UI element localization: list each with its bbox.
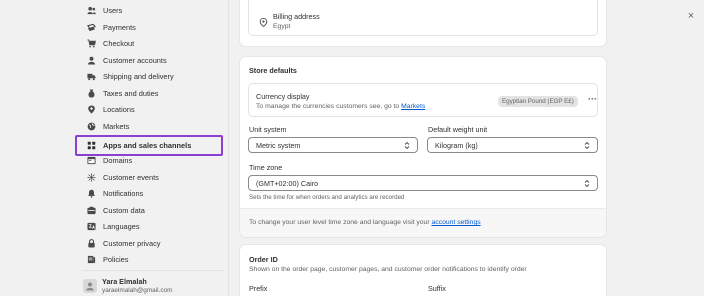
sidebar-item-custom-data[interactable]: Custom data — [76, 202, 224, 219]
sidebar-item-taxes[interactable]: Taxes and duties — [76, 85, 224, 102]
billing-address-title: Billing address — [273, 12, 320, 21]
sidebar-item-customer-privacy[interactable]: Customer privacy — [76, 235, 224, 252]
prefix-label: Prefix — [249, 284, 268, 293]
sidebar-item-label: Domains — [103, 156, 133, 165]
time-zone-value: (GMT+02:00) Cairo — [256, 178, 319, 188]
events-icon — [87, 173, 96, 182]
sidebar-item-label: Notifications — [103, 189, 144, 198]
sidebar-item-languages[interactable]: Languages — [76, 218, 224, 235]
person-icon — [87, 56, 96, 65]
unit-system-value: Metric system — [256, 140, 301, 150]
sidebar-item-locations[interactable]: Locations — [76, 101, 224, 118]
sidebar-item-label: Customer accounts — [103, 56, 167, 65]
settings-sidebar: Users Payments Checkout Customer account… — [0, 0, 228, 296]
billing-address-box[interactable]: Billing address Egypt — [248, 0, 598, 36]
globe-icon — [87, 122, 96, 131]
sidebar-item-label: Customer privacy — [103, 239, 161, 248]
account-settings-link[interactable]: account settings — [432, 219, 481, 226]
sidebar-item-label: Languages — [103, 222, 140, 231]
sidebar-item-label: Checkout — [103, 39, 135, 48]
sidebar-item-customer-events[interactable]: Customer events — [76, 169, 224, 186]
profile-email: yaraelmalah@gmail.com — [102, 287, 173, 294]
chevron-up-down-icon — [584, 179, 590, 188]
weight-unit-label: Default weight unit — [428, 125, 488, 134]
unit-system-select[interactable]: Metric system — [248, 137, 418, 153]
currency-badge: Egyptian Pound (EGP E£) — [498, 96, 578, 107]
unit-system-label: Unit system — [249, 125, 287, 134]
time-zone-select[interactable]: (GMT+02:00) Cairo — [248, 175, 598, 191]
sidebar-item-domains[interactable]: Domains — [76, 152, 224, 169]
time-zone-label: Time zone — [249, 163, 283, 172]
close-button[interactable]: × — [683, 8, 699, 24]
store-defaults-footer: To change your user level time zone and … — [240, 208, 606, 237]
sidebar-item-label: Payments — [103, 23, 136, 32]
currency-display-title: Currency display — [256, 92, 310, 101]
cart-icon — [87, 39, 96, 48]
time-zone-help: Sets the time for when orders and analyt… — [249, 194, 405, 201]
bell-icon — [87, 189, 96, 198]
apps-grid-icon — [87, 141, 96, 150]
close-icon: × — [687, 10, 695, 22]
more-options-button[interactable]: ··· — [588, 94, 597, 104]
sidebar-item-label: Shipping and delivery — [103, 72, 174, 81]
account-settings-note: To change your user level time zone and … — [249, 219, 481, 226]
sidebar-item-label: Policies — [103, 255, 129, 264]
sidebar-item-label: Markets — [103, 122, 130, 131]
currency-display-desc: To manage the currencies customers see, … — [256, 103, 425, 110]
truck-icon — [87, 72, 96, 81]
users-icon — [87, 6, 96, 15]
store-defaults-title: Store defaults — [249, 66, 297, 75]
lock-icon — [87, 239, 96, 248]
account-settings-note-text: To change your user level time zone and … — [249, 219, 432, 226]
weight-unit-value: Kilogram (kg) — [435, 140, 478, 150]
location-pin-icon — [87, 105, 96, 114]
markets-link[interactable]: Markets — [401, 103, 425, 110]
policies-icon — [87, 255, 96, 264]
currency-display-desc-text: To manage the currencies customers see, … — [256, 103, 402, 110]
sidebar-item-users[interactable]: Users — [76, 2, 224, 19]
sidebar-divider — [82, 270, 224, 271]
location-pin-icon — [259, 14, 269, 28]
avatar — [83, 278, 97, 293]
payments-icon — [87, 23, 96, 32]
sidebar-item-label: Taxes and duties — [103, 89, 159, 98]
suffix-label: Suffix — [428, 284, 446, 293]
sidebar-item-label: Custom data — [103, 206, 145, 215]
store-defaults-card: Store defaults Currency display To manag… — [240, 57, 606, 237]
sidebar-divider-vertical — [228, 0, 229, 296]
sidebar-item-label: Locations — [103, 105, 135, 114]
order-id-card: Order ID Shown on the order page, custom… — [240, 245, 606, 296]
sidebar-item-label: Apps and sales channels — [103, 141, 192, 150]
billing-address-value: Egypt — [273, 23, 291, 30]
sidebar-item-label: Customer events — [103, 173, 159, 182]
sidebar-item-notifications[interactable]: Notifications — [76, 185, 224, 202]
taxes-icon — [87, 89, 96, 98]
sidebar-item-customer-accounts[interactable]: Customer accounts — [76, 52, 224, 69]
currency-display-box: Currency display To manage the currencie… — [248, 83, 598, 117]
languages-icon — [87, 222, 96, 231]
sidebar-item-markets[interactable]: Markets — [76, 118, 224, 135]
chevron-up-down-icon — [404, 141, 410, 150]
sidebar-item-payments[interactable]: Payments — [76, 19, 224, 36]
sidebar-item-checkout[interactable]: Checkout — [76, 35, 224, 52]
order-id-desc: Shown on the order page, customer pages,… — [249, 266, 527, 273]
sidebar-item-label: Users — [103, 6, 123, 15]
order-id-title: Order ID — [249, 255, 278, 264]
user-profile[interactable]: Yara Elmalah yaraelmalah@gmail.com — [83, 277, 172, 294]
sidebar-item-shipping[interactable]: Shipping and delivery — [76, 68, 224, 85]
billing-card: Billing address Egypt — [240, 0, 606, 46]
chevron-up-down-icon — [584, 141, 590, 150]
custom-data-icon — [87, 206, 96, 215]
weight-unit-select[interactable]: Kilogram (kg) — [427, 137, 598, 153]
sidebar-item-policies[interactable]: Policies — [76, 251, 224, 268]
profile-name: Yara Elmalah — [102, 277, 147, 286]
domains-icon — [87, 156, 96, 165]
